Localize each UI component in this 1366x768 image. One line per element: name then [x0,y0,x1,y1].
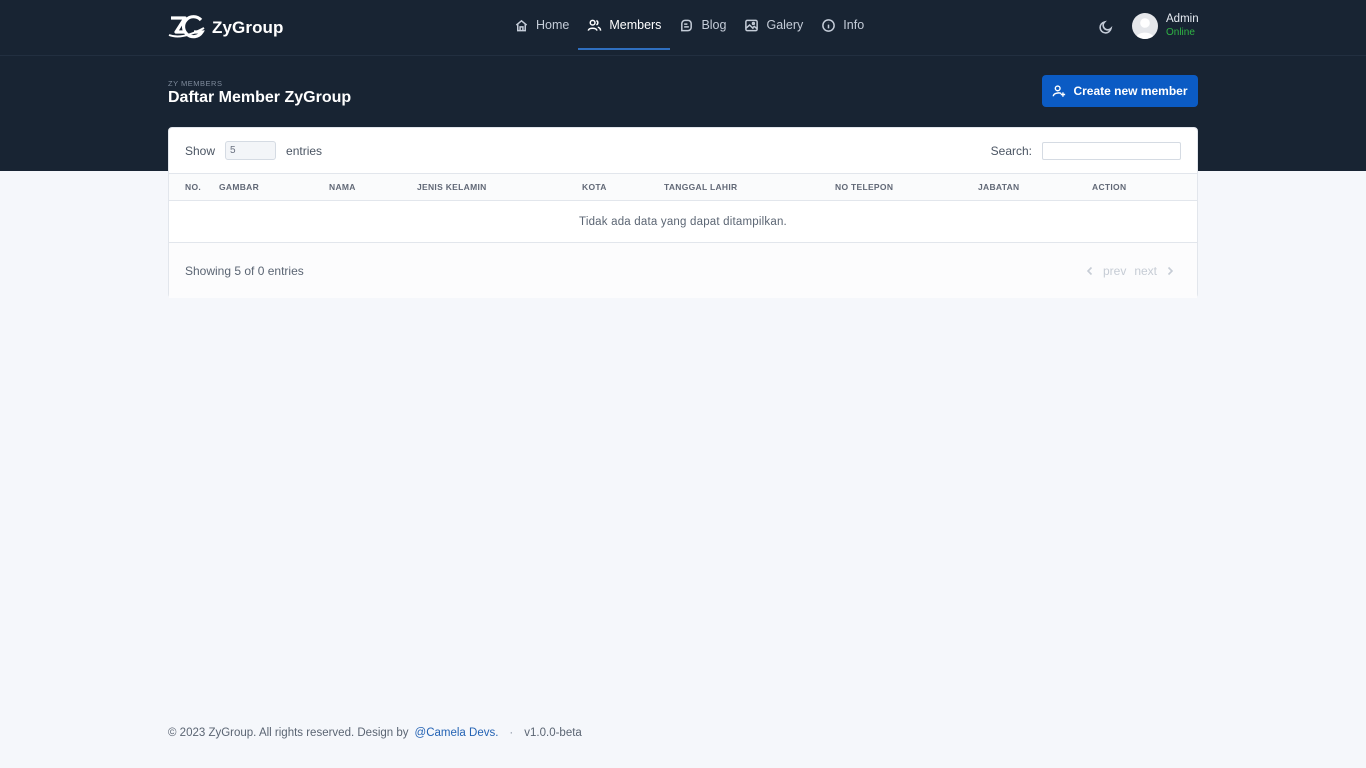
user-status: Online [1166,27,1195,38]
table-controls: Show entries Search: [169,128,1197,173]
copyright-text: © 2023 ZyGroup. All rights reserved. Des… [168,727,409,739]
nav-label: Home [536,18,570,32]
members-table: NO. GAMBAR NAMA JENIS KELAMIN KOTA TANGG… [169,173,1197,243]
column-header-action[interactable]: ACTION [1092,174,1197,201]
nav-label: Info [843,18,865,32]
pagination: prev next [1085,264,1175,278]
column-header-no-telepon[interactable]: NO TELEPON [835,174,978,201]
nav-label: Members [609,18,662,32]
show-label: Show [185,143,216,158]
table-search: Search: [990,141,1181,160]
user-avatar-icon [1136,18,1154,39]
user-plus-icon [1053,85,1066,97]
main-nav: Home Members Blog Galery Info [505,0,873,50]
home-icon [515,19,528,31]
nav-item-galery[interactable]: Galery [735,0,812,50]
chevron-right-icon[interactable] [1165,266,1175,276]
nav-item-blog[interactable]: Blog [670,0,735,50]
entries-label: entries [286,143,323,158]
column-header-jabatan[interactable]: JABATAN [978,174,1092,201]
table-header-row: NO. GAMBAR NAMA JENIS KELAMIN KOTA TANGG… [169,173,1197,201]
page-footer: © 2023 ZyGroup. All rights reserved. Des… [168,727,582,739]
entries-length: Show entries [185,141,322,160]
page-title: Daftar Member ZyGroup [168,89,352,106]
nav-label: Galery [766,18,804,32]
navbar: ZyGroup Home Members Blog Galery Info Ad… [0,0,1366,56]
page-pretitle: ZY MEMBERS [168,79,223,88]
brand-name: ZyGroup [212,18,284,37]
moon-icon [1099,20,1113,34]
table-footer: Showing 5 of 0 entries prev next [169,243,1197,298]
nav-item-members[interactable]: Members [578,0,671,50]
empty-table-message: Tidak ada data yang dapat ditampilkan. [579,215,787,228]
table-row: Tidak ada data yang dapat ditampilkan. [169,201,1197,243]
column-header-tanggal-lahir[interactable]: TANGGAL LAHIR [664,174,835,201]
zg-logo-icon [168,15,205,39]
avatar [1132,13,1158,39]
next-button[interactable]: next [1134,264,1157,278]
column-header-jenis-kelamin[interactable]: JENIS KELAMIN [417,174,582,201]
search-label: Search: [990,143,1032,158]
column-header-kota[interactable]: KOTA [582,174,664,201]
create-member-button[interactable]: Create new member [1042,75,1198,107]
table-info: Showing 5 of 0 entries [185,263,304,278]
author-link[interactable]: @Camela Devs. [415,727,499,739]
footer-separator: · [509,727,514,739]
user-name: Admin [1166,13,1199,25]
search-input[interactable] [1042,141,1181,160]
nav-label: Blog [701,18,727,32]
members-table-card: Show entries Search: NO. GAMBAR NAMA JEN… [168,127,1198,298]
chevron-left-icon[interactable] [1085,266,1095,276]
brand[interactable]: ZyGroup [168,14,284,42]
entries-length-input[interactable] [225,141,277,160]
image-icon [745,19,759,31]
info-icon [822,18,836,32]
nav-item-info[interactable]: Info [812,0,873,50]
column-header-gambar[interactable]: GAMBAR [219,174,329,201]
dark-mode-toggle[interactable] [1098,19,1116,37]
version-text: v1.0.0-beta [524,727,582,739]
users-icon [588,19,602,31]
blog-icon [681,19,693,31]
nav-item-home[interactable]: Home [505,0,578,50]
create-member-label: Create new member [1073,84,1188,98]
prev-button[interactable]: prev [1103,264,1126,278]
column-header-nama[interactable]: NAMA [329,174,417,201]
column-header-no[interactable]: NO. [169,174,219,201]
user-menu[interactable]: Admin Online [1132,13,1199,39]
